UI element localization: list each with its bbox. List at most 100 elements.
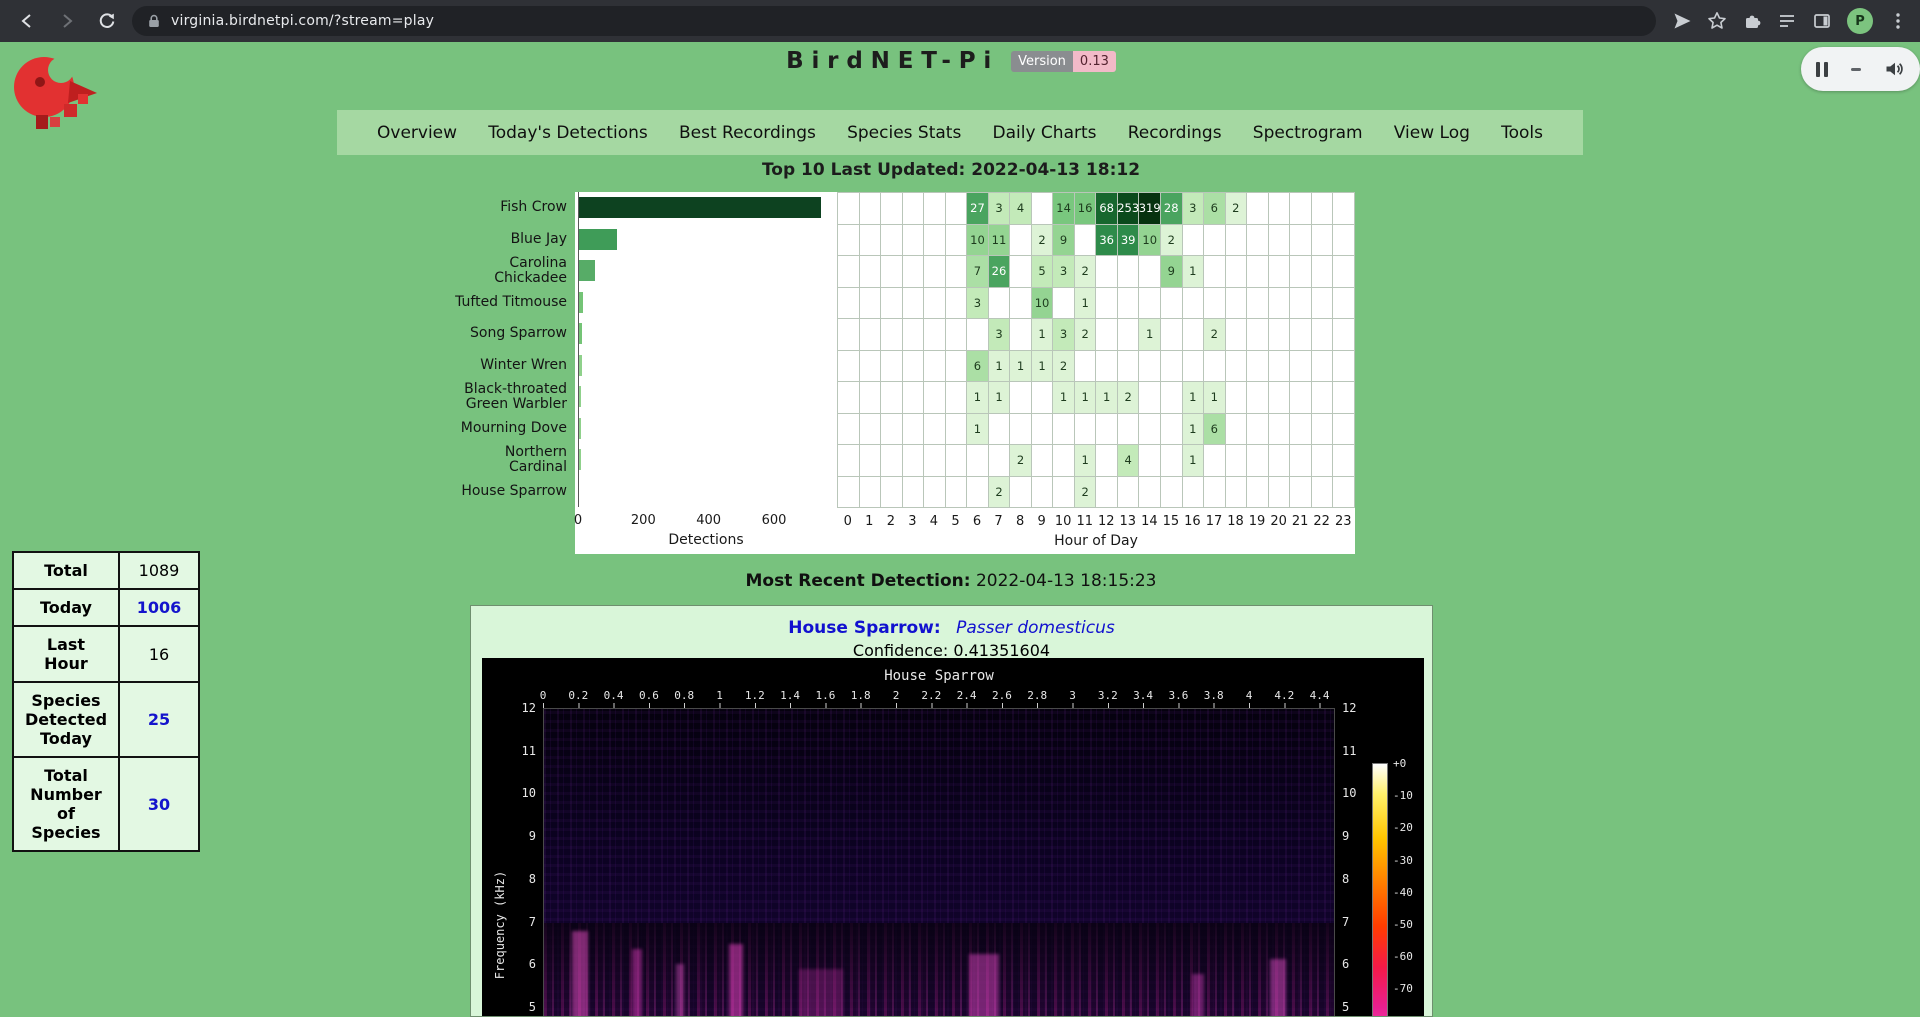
spectrogram-y-tick: 7 <box>490 915 536 929</box>
spectrogram-x-tick: 3.4 <box>1133 689 1153 702</box>
heatmap-cell <box>860 477 882 509</box>
heatmap-cell: 6 <box>1204 193 1226 225</box>
heatmap-cell <box>1269 414 1291 446</box>
heatmap-cell <box>1226 319 1248 351</box>
heatmap-cell <box>1032 193 1054 225</box>
back-icon <box>17 11 37 31</box>
heatmap-cell <box>1290 193 1312 225</box>
heatmap-cell <box>1333 288 1355 320</box>
heatmap-cell <box>1333 193 1355 225</box>
reload-button[interactable] <box>94 8 120 34</box>
heatmap-cell <box>1118 256 1140 288</box>
heatmap-cell <box>946 256 968 288</box>
heatmap-cell <box>1333 351 1355 383</box>
extensions-icon[interactable] <box>1742 11 1762 31</box>
lock-icon <box>146 13 162 29</box>
audio-player[interactable] <box>1801 47 1920 91</box>
heatmap-cell <box>1312 225 1334 257</box>
heatmap-cell: 1 <box>1183 414 1205 446</box>
heatmap-cell <box>1010 382 1032 414</box>
main-nav: Overview Today's Detections Best Recording… <box>337 110 1583 155</box>
heatmap-cell: 9 <box>1161 256 1183 288</box>
stats-value[interactable]: 1006 <box>119 589 199 626</box>
heatmap-cell <box>924 256 946 288</box>
spectrogram-streak <box>572 931 588 1017</box>
heatmap-axis-tick: 21 <box>1292 514 1309 529</box>
heatmap-cell <box>1290 288 1312 320</box>
species-label: Winter Wren <box>435 350 575 382</box>
bookmark-star-icon[interactable] <box>1707 11 1727 31</box>
heatmap-cell: 3 <box>1183 193 1205 225</box>
heatmap-cell <box>1032 382 1054 414</box>
heatmap-cell: 2 <box>1032 225 1054 257</box>
nav-item-species-stats[interactable]: Species Stats <box>847 123 961 143</box>
stats-value[interactable]: 30 <box>119 757 199 851</box>
spectrogram-x-tick: 0.8 <box>674 689 694 702</box>
reading-list-icon[interactable] <box>1777 11 1797 31</box>
back-button[interactable] <box>14 8 40 34</box>
nav-item-best-recordings[interactable]: Best Recordings <box>679 123 816 143</box>
heatmap-cell <box>1247 382 1269 414</box>
profile-avatar[interactable]: P <box>1847 8 1873 34</box>
heatmap-cell <box>881 382 903 414</box>
heatmap-cell <box>924 477 946 509</box>
heatmap-cell <box>1118 351 1140 383</box>
scientific-name-link[interactable]: Passer domesticus <box>956 618 1115 638</box>
heatmap-cell: 9 <box>1053 225 1075 257</box>
heatmap-axis-tick: 6 <box>973 514 981 529</box>
colorbar-tick: -70 <box>1393 982 1413 995</box>
heatmap-cell <box>1053 288 1075 320</box>
heatmap-cell <box>903 288 925 320</box>
heatmap-cell <box>924 319 946 351</box>
heatmap-cell <box>860 193 882 225</box>
heatmap-cell <box>860 351 882 383</box>
heatmap-cell <box>1075 351 1097 383</box>
heatmap-cell: 1 <box>1075 288 1097 320</box>
spectrogram-y-tick-right: 5 <box>1342 1000 1349 1014</box>
heatmap-cell: 2 <box>1075 477 1097 509</box>
detections-bar-chart: Detections 0200400600 <box>575 192 837 554</box>
forward-button[interactable] <box>54 8 80 34</box>
detections-bar <box>578 292 583 313</box>
heatmap-cell <box>946 288 968 320</box>
heatmap-row: 2141 <box>838 445 1355 477</box>
heatmap-cell <box>903 225 925 257</box>
heatmap-cell <box>1010 288 1032 320</box>
nav-item-tools[interactable]: Tools <box>1501 123 1543 143</box>
address-bar[interactable]: virginia.birdnetpi.com/?stream=play <box>132 6 1656 36</box>
heatmap-cell: 26 <box>989 256 1011 288</box>
spectrogram-streak <box>1192 974 1204 1017</box>
species-label: Mourning Dove <box>435 413 575 445</box>
heatmap-axis-tick: 4 <box>930 514 938 529</box>
nav-item-daily-charts[interactable]: Daily Charts <box>993 123 1097 143</box>
heatmap-cell <box>1333 319 1355 351</box>
heatmap-cell <box>1312 288 1334 320</box>
send-icon[interactable] <box>1672 11 1692 31</box>
stats-value[interactable]: 25 <box>119 682 199 757</box>
nav-item-view-log[interactable]: View Log <box>1394 123 1470 143</box>
pause-button[interactable] <box>1816 62 1828 77</box>
kebab-menu-icon[interactable] <box>1888 11 1908 31</box>
bars-axis-tick: 600 <box>762 513 787 528</box>
nav-item-spectrogram[interactable]: Spectrogram <box>1253 123 1363 143</box>
heatmap-cell <box>1204 225 1226 257</box>
spectrogram-y-tick: 6 <box>490 957 536 971</box>
detections-bar <box>578 386 581 407</box>
colorbar-tick: -10 <box>1393 789 1413 802</box>
spectrogram-x-tick: 0.2 <box>568 689 588 702</box>
nav-item-today-s-detections[interactable]: Today's Detections <box>488 123 648 143</box>
species-link[interactable]: House Sparrow: <box>788 618 940 638</box>
spectrogram-y-tick-right: 9 <box>1342 829 1349 843</box>
heatmap-grid: 2734141668253319283621011293639102726532… <box>837 192 1355 508</box>
heatmap-cell <box>1290 225 1312 257</box>
heatmap-cell <box>1312 414 1334 446</box>
side-panel-icon[interactable] <box>1812 11 1832 31</box>
heatmap-axis-tick: 5 <box>951 514 959 529</box>
nav-item-recordings[interactable]: Recordings <box>1128 123 1222 143</box>
nav-item-overview[interactable]: Overview <box>377 123 457 143</box>
heatmap-x-axis: Hour of Day 0123456789101112131415161718… <box>837 508 1355 554</box>
heatmap-cell <box>946 414 968 446</box>
volume-icon[interactable] <box>1883 58 1905 80</box>
hourly-heatmap: 2734141668253319283621011293639102726532… <box>837 192 1355 554</box>
heatmap-cell <box>1161 414 1183 446</box>
